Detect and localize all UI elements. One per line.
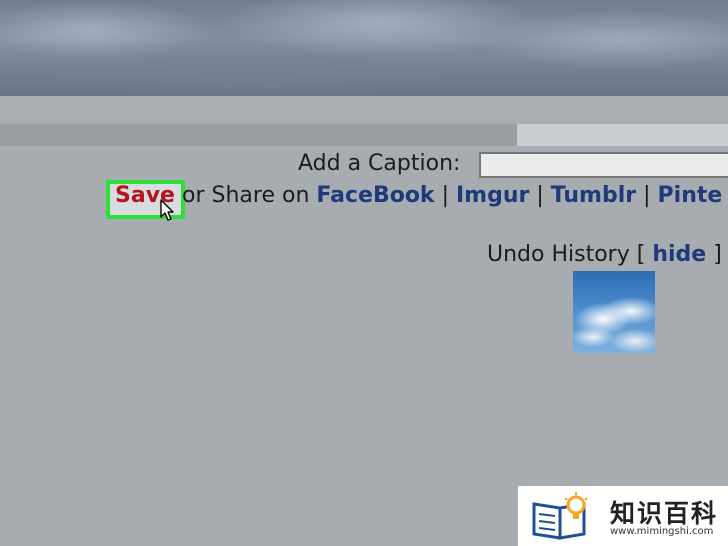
share-row: or Share on FaceBook | Imgur | Tumblr | … [182,183,722,208]
toolbar-band [0,96,728,122]
separator: | [643,183,651,208]
pinterest-link[interactable]: Pinte [658,183,723,208]
hide-link[interactable]: hide [652,242,706,267]
undo-history-thumbnail[interactable] [573,271,655,353]
share-text: or Share on [182,183,310,208]
caption-input[interactable] [479,152,728,178]
separator: | [536,183,544,208]
undo-history: Undo History [ hide ] [487,242,722,267]
separator: | [441,183,449,208]
scrollbar-thumb[interactable] [0,124,517,146]
undo-history-close-bracket: ] [713,242,722,267]
watermark-title: 知识百科 [610,499,719,528]
imgur-link[interactable]: Imgur [456,183,529,208]
mouse-pointer-icon [160,199,174,221]
facebook-link[interactable]: FaceBook [316,183,434,208]
undo-history-label: Undo History [ [487,242,646,267]
background-cloud-image [0,0,728,96]
book-lightbulb-icon [532,492,588,540]
watermark: 知识百科 www.mimingshi.com [518,486,728,546]
tumblr-link[interactable]: Tumblr [551,183,636,208]
caption-label: Add a Caption: [298,151,461,176]
watermark-url: www.mimingshi.com [610,526,714,537]
